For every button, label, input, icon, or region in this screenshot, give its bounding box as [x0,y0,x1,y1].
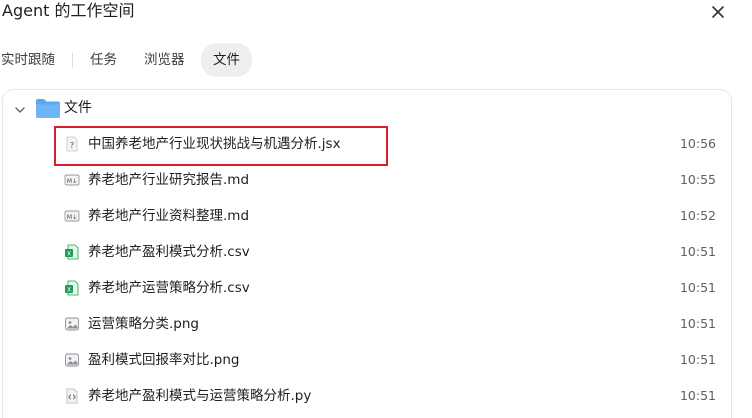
file-item[interactable]: X 养老地产盈利模式分析.csv 10:51 [52,235,722,269]
unknown-file-icon: ? [66,136,78,152]
code-file-icon [66,388,78,404]
file-name: 养老地产盈利模式分析.csv [88,244,250,260]
folder-icon [36,99,60,118]
file-time: 10:51 [679,316,716,331]
close-button[interactable] [708,2,728,22]
file-time: 10:51 [679,244,716,259]
file-name: 盈利模式回报率对比.png [88,352,240,368]
tab-tasks[interactable]: 任务 [90,43,117,77]
file-time: 10:51 [679,388,716,403]
svg-text:X: X [67,287,71,294]
close-icon [712,6,724,18]
file-name: 运营策略分类.png [88,316,199,332]
spreadsheet-file-icon: X [65,280,79,296]
file-time: 10:56 [679,136,716,151]
file-name: 养老地产行业研究报告.md [88,172,250,188]
svg-text:M↓: M↓ [67,178,77,185]
file-time: 10:51 [679,352,716,367]
image-file-icon [65,353,79,367]
file-name: 养老地产行业资料整理.md [88,208,250,224]
chevron-down-icon[interactable] [13,103,27,117]
file-time: 10:52 [679,208,716,223]
svg-text:?: ? [70,141,74,150]
file-item[interactable]: 运营策略分类.png 10:51 [52,307,722,341]
folder-label: 文件 [64,100,92,116]
file-item[interactable]: 养老地产盈利模式与运营策略分析.py 10:51 [52,379,722,413]
file-item[interactable]: M↓ 养老地产行业资料整理.md 10:52 [52,199,722,233]
spreadsheet-file-icon: X [65,244,79,260]
page-title: Agent 的工作空间 [2,1,135,20]
tab-browser[interactable]: 浏览器 [144,43,185,77]
file-time: 10:55 [679,172,716,187]
file-name: 中国养老地产行业现状挑战与机遇分析.jsx [88,136,341,152]
tab-divider [72,53,73,68]
file-item[interactable]: ? 中国养老地产行业现状挑战与机遇分析.jsx 10:56 [52,127,722,161]
file-name: 养老地产运营策略分析.csv [88,280,250,296]
svg-text:M↓: M↓ [67,214,77,221]
tab-live-follow[interactable]: 实时跟随 [1,43,55,77]
markdown-file-icon: M↓ [64,174,80,186]
file-item[interactable]: 盈利模式回报率对比.png 10:51 [52,343,722,377]
tab-bar: 实时跟随 任务 浏览器 文件 [0,43,752,77]
file-item[interactable]: X 养老地产运营策略分析.csv 10:51 [52,271,722,305]
image-file-icon [65,317,79,331]
tab-files[interactable]: 文件 [201,43,252,77]
workspace-header: Agent 的工作空间 [0,0,752,28]
markdown-file-icon: M↓ [64,210,80,222]
svg-text:X: X [67,251,71,258]
file-name: 养老地产盈利模式与运营策略分析.py [88,388,312,404]
file-time: 10:51 [679,280,716,295]
file-item[interactable]: M↓ 养老地产行业研究报告.md 10:55 [52,163,722,197]
folder-row[interactable]: 文件 [3,96,731,122]
